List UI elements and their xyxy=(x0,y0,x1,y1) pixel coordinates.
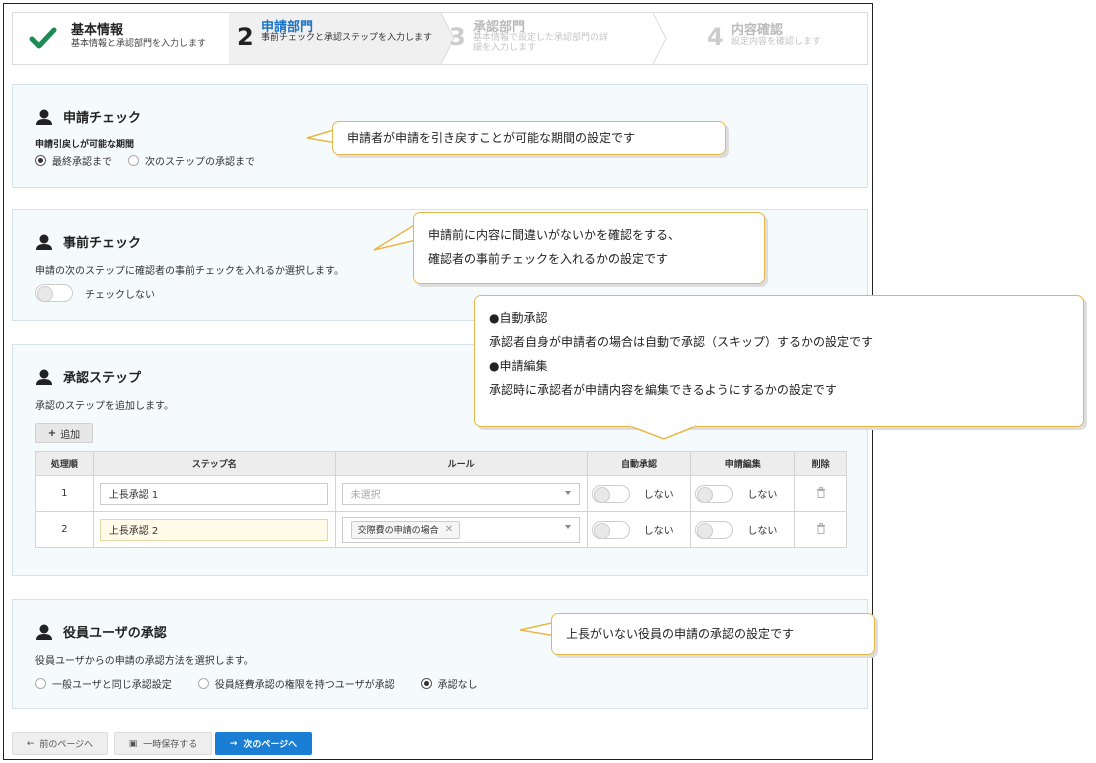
executive-radio-group: 一般ユーザと同じ承認設定 役員経費承認の権限を持つユーザが承認 承認なし xyxy=(35,676,494,691)
row-order: 2 xyxy=(35,511,94,548)
auto-approve-toggle[interactable] xyxy=(591,484,630,503)
radio-final-approval[interactable]: 最終承認まで xyxy=(35,153,112,168)
section-description: 承認のステップを追加します。 xyxy=(35,401,174,412)
table-row: 1 上長承認 1 未選択 しない しない xyxy=(35,475,847,512)
section-description: 役員ユーザからの申請の承認方法を選択します。 xyxy=(35,656,254,667)
period-radio-group: 最終承認まで 次のステップの承認まで xyxy=(35,153,271,168)
next-page-button[interactable]: → 次のページへ xyxy=(215,732,312,755)
step-subtitle: 設定内容を確認します xyxy=(731,37,822,47)
caret-down-icon xyxy=(564,524,571,529)
step-subtitle: 事前チェックと承認ステップを入力します xyxy=(261,33,433,43)
approval-steps-table: 処理順 ステップ名 ルール 自動承認 申請編集 削除 1 上長承認 1 未選択 … xyxy=(35,451,847,548)
rule-select[interactable]: 未選択 xyxy=(341,482,580,505)
step-number: 2 xyxy=(237,23,254,51)
plus-icon: + xyxy=(47,427,57,439)
step-name-input[interactable]: 上長承認 2 xyxy=(99,518,328,541)
period-label: 申請引戻しが可能な期間 xyxy=(35,140,135,150)
section-title: 承認ステップ xyxy=(35,367,141,386)
pre-check-toggle-row: チェックしない xyxy=(35,284,155,302)
step-number: 4 xyxy=(707,23,724,51)
col-header-rule: ルール xyxy=(334,451,588,476)
section-title: 申請チェック xyxy=(35,107,141,126)
auto-approve-toggle[interactable] xyxy=(591,520,630,539)
add-step-button[interactable]: + 追加 xyxy=(35,423,93,443)
trash-icon[interactable] xyxy=(816,486,826,498)
table-row: 2 上長承認 2 交際費の申請の場合 ✕ しない しない xyxy=(35,511,847,548)
annotation-callout-step-options: ●自動承認 承認者自身が申請者の場合は自動で承認（スキップ）するかの設定です ●… xyxy=(474,295,1084,427)
arrow-right-icon: → xyxy=(229,738,238,749)
wizard-stepper: 基本情報 基本情報と承認部門を入力します 2 申請部門 事前チェックと承認ステッ… xyxy=(12,12,868,65)
step-confirm[interactable]: 4 内容確認 設定内容を確認します xyxy=(655,13,869,64)
trash-icon[interactable] xyxy=(816,522,826,534)
step-subtitle: 基本情報と承認部門を入力します xyxy=(71,39,207,49)
arrow-left-icon: ← xyxy=(26,738,35,749)
radio-next-step[interactable]: 次のステップの承認まで xyxy=(128,153,255,168)
step-title: 基本情報 xyxy=(71,23,124,38)
callout-tail xyxy=(373,223,417,251)
callout-tail xyxy=(629,425,697,440)
radio-dot xyxy=(197,678,209,689)
col-header-auto-approve: 自動承認 xyxy=(586,451,692,476)
user-icon xyxy=(36,109,52,125)
section-description: 申請の次のステップに確認者の事前チェックを入れるか選択します。 xyxy=(35,266,344,277)
step-request-dept[interactable]: 2 申請部門 事前チェックと承認ステップを入力します xyxy=(229,13,441,64)
radio-no-approval[interactable]: 承認なし xyxy=(420,676,478,691)
step-subtitle: 基本情報で設定した承認部門の詳細を入力します xyxy=(473,33,609,53)
step-basic-info[interactable]: 基本情報 基本情報と承認部門を入力します xyxy=(13,13,229,64)
temp-save-button[interactable]: ▣ 一時保存する xyxy=(114,732,212,755)
step-title: 内容確認 xyxy=(731,23,784,38)
user-icon xyxy=(36,234,52,250)
edit-toggle[interactable] xyxy=(695,520,734,539)
radio-executive-approver[interactable]: 役員経費承認の権限を持つユーザが承認 xyxy=(197,676,395,691)
col-header-delete: 削除 xyxy=(794,451,847,476)
radio-dot xyxy=(35,155,46,166)
annotation-callout-executive: 上長がいない役員の申請の承認の設定です xyxy=(551,613,875,655)
step-approval-dept[interactable]: 3 承認部門 基本情報で設定した承認部門の詳細を入力します xyxy=(441,13,655,64)
radio-dot xyxy=(420,678,432,689)
row-order: 1 xyxy=(35,475,94,512)
toggle-label: チェックしない xyxy=(85,289,155,301)
radio-dot xyxy=(128,155,139,166)
section-title: 役員ユーザの承認 xyxy=(35,622,167,641)
radio-dot xyxy=(35,678,46,689)
user-icon xyxy=(36,624,52,640)
col-header-step-name: ステップ名 xyxy=(92,451,336,476)
caret-down-icon xyxy=(564,490,571,495)
annotation-callout-pre-check: 申請前に内容に間違いがないかを確認をする、 確認者の事前チェックを入れるかの設定… xyxy=(413,212,765,284)
step-number: 3 xyxy=(449,23,466,51)
close-icon[interactable]: ✕ xyxy=(445,524,453,535)
edit-toggle[interactable] xyxy=(695,484,734,503)
rule-tag: 交際費の申請の場合 ✕ xyxy=(350,520,461,539)
save-icon: ▣ xyxy=(128,738,138,749)
section-title: 事前チェック xyxy=(35,232,141,251)
col-header-edit: 申請編集 xyxy=(690,451,796,476)
prev-page-button[interactable]: ← 前のページへ xyxy=(12,732,108,755)
user-icon xyxy=(36,369,52,385)
col-header-order: 処理順 xyxy=(35,451,94,476)
radio-same-as-general[interactable]: 一般ユーザと同じ承認設定 xyxy=(35,676,172,691)
pre-check-toggle[interactable] xyxy=(35,284,73,302)
annotation-callout-request-check: 申請者が申請を引き戻すことが可能な期間の設定です xyxy=(332,121,726,155)
check-icon xyxy=(29,27,57,49)
rule-select[interactable]: 交際費の申請の場合 ✕ xyxy=(341,516,580,543)
step-name-input[interactable]: 上長承認 1 xyxy=(99,482,328,505)
